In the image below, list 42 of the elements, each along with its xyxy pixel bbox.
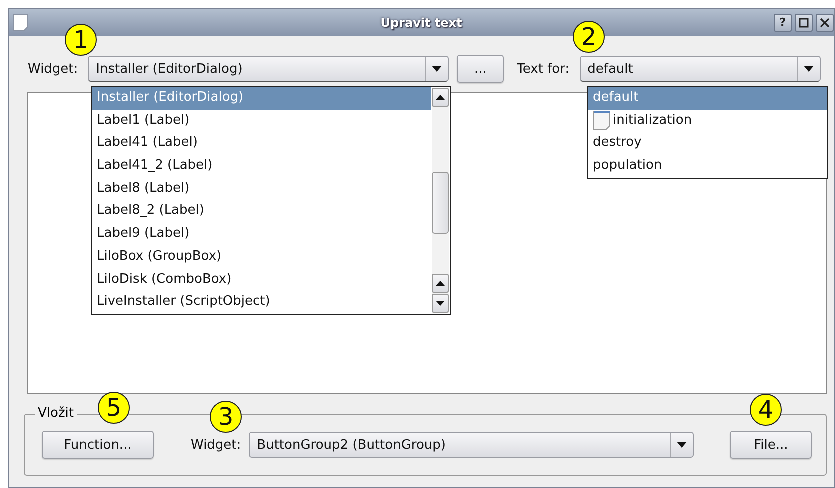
more-button[interactable]: ... [457,55,504,83]
help-button[interactable]: ? [774,14,792,32]
up-arrow-icon [436,281,445,286]
callout-badge: 2 [573,21,605,53]
list-item[interactable]: Label41 (Label) [92,132,431,156]
document-icon [593,111,611,132]
text-for-dropdown[interactable]: default [580,56,821,82]
list-item[interactable]: Label9 (Label) [92,223,431,246]
scroll-thumb[interactable] [432,172,449,234]
list-item[interactable]: LiloBox (GroupBox) [92,246,431,268]
callout-badge: 5 [98,392,130,424]
list-item[interactable]: population [588,155,827,178]
list-item[interactable]: Label8 (Label) [92,178,431,200]
window-title: Upravit text [380,16,462,30]
widget-label: Widget: [28,62,78,76]
document-icon [13,14,29,32]
callout-badge: 4 [750,394,782,426]
list-item[interactable]: LiveInstaller (ScriptObject) [92,291,431,314]
caret-icon [432,66,442,72]
caret-icon [804,66,814,72]
widget-label: Widget: [191,438,242,452]
text-for-label: Text for: [517,62,570,76]
close-icon [820,18,830,28]
callout-badge: 1 [65,24,97,56]
file-button[interactable]: File... [730,431,812,459]
list-item[interactable]: initialization [588,110,827,132]
scroll-bar[interactable] [432,88,449,313]
function-button[interactable]: Function... [42,431,154,459]
close-button[interactable] [816,14,834,32]
callout-badge: 3 [210,401,242,433]
widget-dropdown[interactable]: Installer (EditorDialog) [88,56,450,82]
caret-icon [677,442,688,448]
maximize-button[interactable] [795,14,813,32]
up-arrow-icon [436,95,445,100]
list-item[interactable]: Label8_2 (Label) [92,200,431,224]
widget-dropdown[interactable]: ButtonGroup2 (ButtonGroup) [249,432,694,458]
square-icon [799,18,809,28]
list-item[interactable]: destroy [588,132,827,156]
list-item[interactable]: Label41_2 (Label) [92,155,431,178]
list-item[interactable]: Label1 (Label) [92,110,431,132]
list-item[interactable]: LiloDisk (ComboBox) [92,268,431,292]
down-arrow-icon [436,301,445,306]
